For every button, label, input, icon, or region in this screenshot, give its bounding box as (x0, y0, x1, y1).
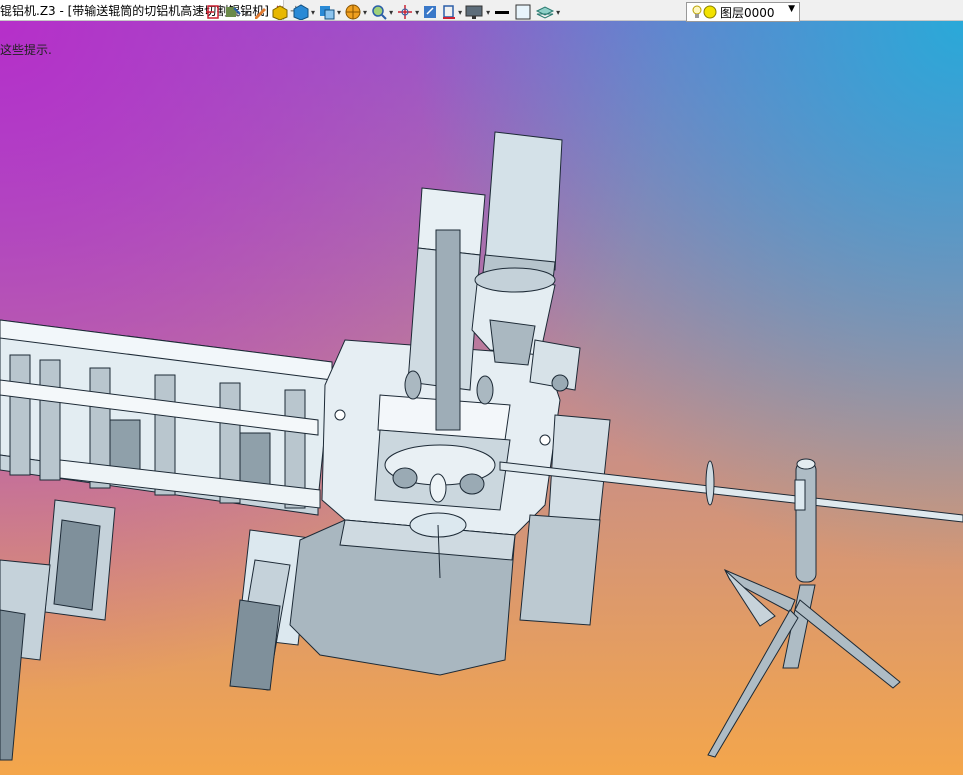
cube-icon[interactable]: ▾ (292, 3, 315, 21)
line-style-icon[interactable] (493, 3, 511, 21)
box-icon[interactable] (271, 3, 289, 21)
layer-stack-icon[interactable]: ▾ (535, 3, 560, 21)
monitor-icon[interactable]: ▾ (465, 3, 490, 21)
zoom-icon[interactable]: ▾ (370, 3, 393, 21)
motor-column (404, 131, 581, 431)
cursor-icon[interactable]: ▾ (224, 3, 249, 21)
pan-icon[interactable]: ▾ (396, 3, 419, 21)
3d-viewport[interactable]: 这些提示. (0, 21, 963, 775)
frame-icon[interactable] (422, 3, 438, 21)
roller-conveyor (0, 319, 333, 761)
lightbulb-icon[interactable] (691, 5, 703, 19)
fill-color-icon[interactable] (514, 3, 532, 21)
color-icon[interactable]: ▾ (441, 3, 462, 21)
pencil-icon[interactable] (252, 3, 268, 21)
layer-name: 图层0000 (720, 5, 775, 20)
layer-color-icon (703, 5, 717, 19)
tripod-stand (707, 458, 901, 758)
exit-icon[interactable] (205, 3, 221, 21)
dropdown-arrow-icon[interactable]: ▼ (788, 4, 795, 14)
view-toolbar: ▾ ▾ ▾ ▾ ▾ ▾ ▾ ▾ ▾ (205, 2, 560, 22)
sphere-icon[interactable]: ▾ (344, 3, 367, 21)
status-hint: 这些提示. (0, 43, 52, 57)
cad-model (0, 131, 963, 761)
view-cube-icon[interactable]: ▾ (318, 3, 341, 21)
layer-select[interactable]: 图层0000 ▼ (686, 2, 800, 22)
